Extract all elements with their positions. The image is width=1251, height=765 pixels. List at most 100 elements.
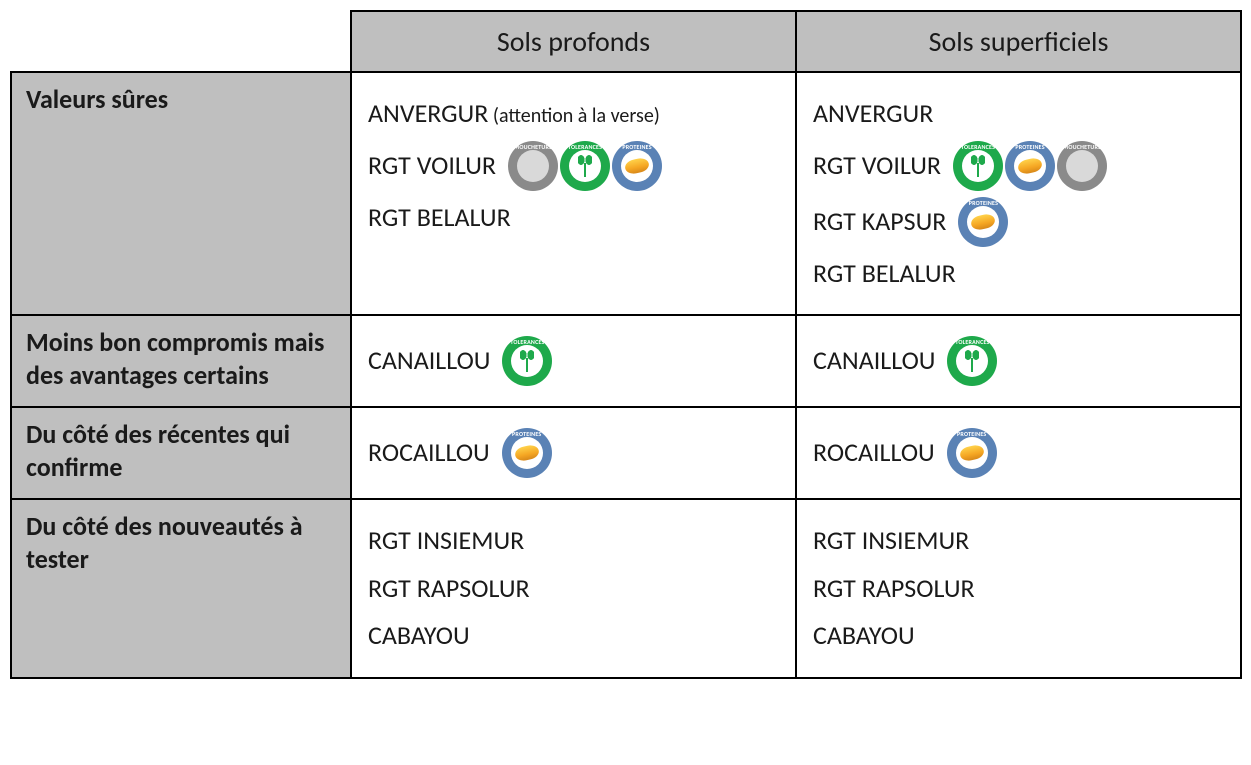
badge-label: TOLERANCES xyxy=(953,144,1003,150)
badge-group: TOLERANCES xyxy=(947,336,997,386)
badge-inner xyxy=(1066,150,1098,182)
cell: ROCAILLOU PROTEINES xyxy=(796,407,1241,499)
badge-label: PROTEINES xyxy=(947,431,997,437)
badge-inner xyxy=(511,345,543,377)
variety-entry: RGT BELALUR xyxy=(368,197,779,239)
table-row: Moins bon compromis mais des avantages c… xyxy=(11,315,1241,407)
variety-name: ANVERGUR (attention à la verse) xyxy=(368,93,660,135)
moucheture-icon: MOUCHETURE xyxy=(508,141,558,191)
badge-inner xyxy=(1014,150,1046,182)
header-blank xyxy=(11,11,351,72)
cell: ANVERGURRGT VOILURTOLERANCESPROTEINESMOU… xyxy=(796,72,1241,315)
variety-name: CABAYOU xyxy=(368,615,470,657)
variety-entry: RGT BELALUR xyxy=(813,253,1224,295)
proteines-icon: PROTEINES xyxy=(958,197,1008,247)
variety-entry: ANVERGUR xyxy=(813,93,1224,135)
cell: ANVERGUR (attention à la verse) RGT VOILU… xyxy=(351,72,796,315)
variety-name: RGT RAPSOLUR xyxy=(368,568,530,610)
variety-entry: CABAYOU xyxy=(368,615,779,657)
badge-group: MOUCHETURETOLERANCESPROTEINES xyxy=(508,141,662,191)
badge-label: MOUCHETURE xyxy=(1057,144,1107,150)
proteines-icon: PROTEINES xyxy=(502,428,552,478)
variety-entry: ROCAILLOU PROTEINES xyxy=(368,428,779,478)
cell: CANAILLOU TOLERANCES xyxy=(796,315,1241,407)
tolerances-icon: TOLERANCES xyxy=(953,141,1003,191)
variety-name: RGT RAPSOLUR xyxy=(813,568,975,610)
badge-group: PROTEINES xyxy=(958,197,1008,247)
variety-entry: RGT RAPSOLUR xyxy=(813,568,1224,610)
sprout-icon xyxy=(967,155,989,177)
grain-icon xyxy=(959,444,985,463)
badge-group: PROTEINES xyxy=(502,428,552,478)
badge-label: PROTEINES xyxy=(612,144,662,150)
variety-entry: RGT KAPSUR PROTEINES xyxy=(813,197,1224,247)
badge-group: TOLERANCESPROTEINESMOUCHETURE xyxy=(953,141,1107,191)
tolerances-icon: TOLERANCES xyxy=(947,336,997,386)
variety-entry: ROCAILLOU PROTEINES xyxy=(813,428,1224,478)
variety-name: CABAYOU xyxy=(813,615,915,657)
variety-entry: RGT INSIEMUR xyxy=(368,520,779,562)
badge-inner xyxy=(956,345,988,377)
sprout-icon xyxy=(961,350,983,372)
cell: RGT INSIEMUR RGT RAPSOLUR CABAYOU xyxy=(796,499,1241,678)
badge-label: PROTEINES xyxy=(958,200,1008,206)
table-header: Sols profonds Sols superficiels xyxy=(11,11,1241,72)
sprout-icon xyxy=(574,155,596,177)
sprout-icon xyxy=(516,350,538,372)
table-body: Valeurs sûresANVERGUR (attention à la ve… xyxy=(11,72,1241,678)
grain-icon xyxy=(1017,156,1043,175)
col-header-superficiels: Sols superficiels xyxy=(796,11,1241,72)
variety-entry: CANAILLOU TOLERANCES xyxy=(368,336,779,386)
variety-name: RGT INSIEMUR xyxy=(368,520,524,562)
grain-icon xyxy=(624,156,650,175)
col-header-profonds: Sols profonds xyxy=(351,11,796,72)
badge-label: MOUCHETURE xyxy=(508,144,558,150)
variety-name: RGT VOILUR xyxy=(813,145,941,187)
variety-name: RGT INSIEMUR xyxy=(813,520,969,562)
badge-inner xyxy=(569,150,601,182)
variety-name: RGT BELALUR xyxy=(813,253,956,295)
variety-entry: ANVERGUR (attention à la verse) xyxy=(368,93,779,135)
badge-label: PROTEINES xyxy=(502,431,552,437)
variety-name: CANAILLOU xyxy=(368,340,490,382)
proteines-icon: PROTEINES xyxy=(612,141,662,191)
variety-entry: RGT INSIEMUR xyxy=(813,520,1224,562)
badge-inner xyxy=(962,150,994,182)
row-label: Du côté des récentes qui confirme xyxy=(11,407,351,499)
variety-note: (attention à la verse) xyxy=(488,104,660,128)
variety-name: ANVERGUR xyxy=(813,93,933,135)
table-row: Du côté des nouveautés à testerRGT INSIE… xyxy=(11,499,1241,678)
variety-entry: RGT VOILUR MOUCHETURETOLERANCESPROTEINES xyxy=(368,141,779,191)
tolerances-icon: TOLERANCES xyxy=(502,336,552,386)
badge-group: TOLERANCES xyxy=(502,336,552,386)
badge-label: TOLERANCES xyxy=(560,144,610,150)
variety-name: CANAILLOU xyxy=(813,340,935,382)
badge-inner xyxy=(517,150,549,182)
grain-icon xyxy=(514,444,540,463)
badge-inner xyxy=(956,437,988,469)
cell: CANAILLOU TOLERANCES xyxy=(351,315,796,407)
badge-inner xyxy=(511,437,543,469)
proteines-icon: PROTEINES xyxy=(1005,141,1055,191)
grain-icon xyxy=(970,212,996,231)
badge-label: PROTEINES xyxy=(1005,144,1055,150)
variety-name: RGT BELALUR xyxy=(368,197,511,239)
variety-name: ROCAILLOU xyxy=(368,432,490,474)
badge-label: TOLERANCES xyxy=(502,339,552,345)
variety-entry: CABAYOU xyxy=(813,615,1224,657)
table-row: Du côté des récentes qui confirme ROCAILL… xyxy=(11,407,1241,499)
row-label: Valeurs sûres xyxy=(11,72,351,315)
variety-name: RGT KAPSUR xyxy=(813,201,946,243)
row-label: Du côté des nouveautés à tester xyxy=(11,499,351,678)
variety-name: RGT VOILUR xyxy=(368,145,496,187)
badge-inner xyxy=(967,206,999,238)
table-row: Valeurs sûresANVERGUR (attention à la ve… xyxy=(11,72,1241,315)
badge-inner xyxy=(621,150,653,182)
badge-label: TOLERANCES xyxy=(947,339,997,345)
variety-name: ROCAILLOU xyxy=(813,432,935,474)
tolerances-icon: TOLERANCES xyxy=(560,141,610,191)
row-label: Moins bon compromis mais des avantages c… xyxy=(11,315,351,407)
proteines-icon: PROTEINES xyxy=(947,428,997,478)
cell: RGT INSIEMUR RGT RAPSOLUR CABAYOU xyxy=(351,499,796,678)
varieties-table: Sols profonds Sols superficiels Valeurs … xyxy=(10,10,1242,679)
